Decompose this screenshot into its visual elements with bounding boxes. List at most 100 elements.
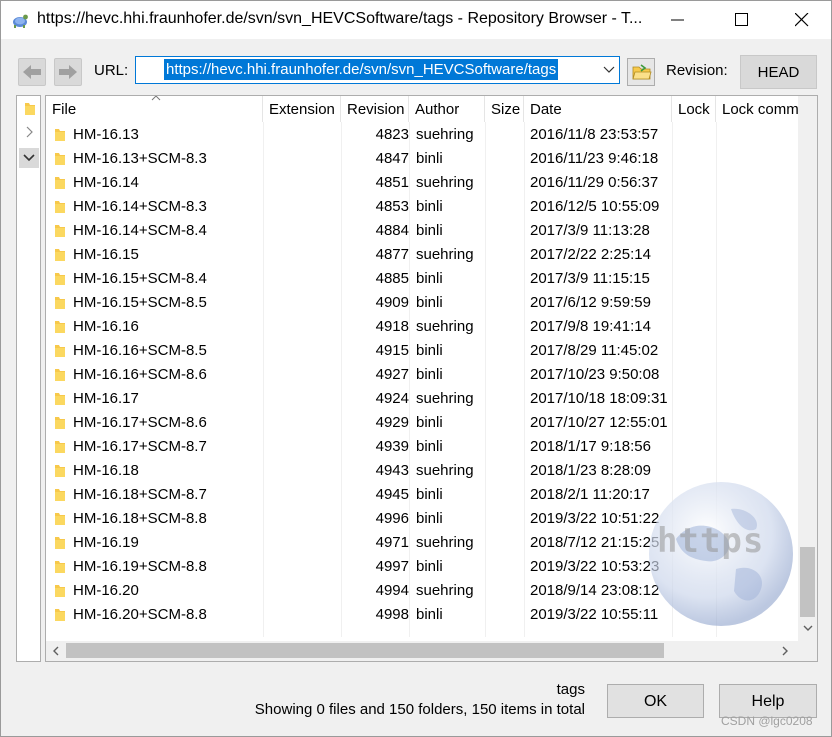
column-header-lock-comment[interactable]: Lock comm xyxy=(716,96,798,122)
folder-icon xyxy=(55,393,65,405)
folder-icon xyxy=(55,201,65,213)
file-name-cell[interactable]: HM-16.19+SCM-8.8 xyxy=(54,555,266,579)
author-cell: binli xyxy=(416,438,443,455)
list-item[interactable]: HM-16.16 4918 suehring 2017/9/8 19:41:14 xyxy=(46,315,798,339)
file-name-cell[interactable]: HM-16.16 xyxy=(54,315,266,339)
chevron-down-icon[interactable] xyxy=(803,624,813,632)
list-item[interactable]: HM-16.18+SCM-8.8 4996 binli 2019/3/22 10:51… xyxy=(46,507,798,531)
horizontal-scrollbar[interactable] xyxy=(46,641,798,661)
close-button[interactable] xyxy=(771,1,832,39)
file-name-cell[interactable]: HM-16.17+SCM-8.7 xyxy=(54,435,266,459)
date-cell: 2019/3/22 10:55:11 xyxy=(530,606,659,623)
list-item[interactable]: HM-16.19 4971 suehring 2018/7/12 21:15:25 xyxy=(46,531,798,555)
file-name-cell[interactable]: HM-16.15 xyxy=(54,243,266,267)
title-bar[interactable]: https://hevc.hhi.fraunhofer.de/svn/svn_H… xyxy=(1,1,831,39)
list-item[interactable]: HM-16.14+SCM-8.4 4884 binli 2017/3/9 11:13:… xyxy=(46,219,798,243)
file-name-cell[interactable]: HM-16.18+SCM-8.7 xyxy=(54,483,266,507)
tortoise-svn-icon xyxy=(11,11,29,29)
vertical-scroll-thumb[interactable] xyxy=(800,547,815,617)
folder-icon xyxy=(55,177,65,189)
file-name-cell[interactable]: HM-16.17 xyxy=(54,387,266,411)
list-item[interactable]: HM-16.15+SCM-8.4 4885 binli 2017/3/9 11:15:… xyxy=(46,267,798,291)
list-item[interactable]: HM-16.16+SCM-8.6 4927 binli 2017/10/23 9:50… xyxy=(46,363,798,387)
list-item[interactable]: HM-16.17+SCM-8.6 4929 binli 2017/10/27 12:5… xyxy=(46,411,798,435)
repository-tree[interactable] xyxy=(16,95,41,662)
folder-icon xyxy=(55,441,65,453)
dropdown-caret-icon[interactable] xyxy=(603,63,615,75)
url-input[interactable]: https://hevc.hhi.fraunhofer.de/svn/svn_H… xyxy=(164,59,559,80)
column-header-file[interactable]: File xyxy=(46,96,263,122)
window-title: https://hevc.hhi.fraunhofer.de/svn/svn_H… xyxy=(37,10,643,27)
forward-button[interactable] xyxy=(54,58,82,86)
column-header-author[interactable]: Author xyxy=(409,96,485,122)
file-name-cell[interactable]: HM-16.19 xyxy=(54,531,266,555)
column-header-extension[interactable]: Extension xyxy=(263,96,341,122)
folder-icon xyxy=(55,465,65,477)
ok-button[interactable]: OK xyxy=(607,684,704,718)
revision-cell: 4998 xyxy=(375,606,409,623)
file-name-cell[interactable]: HM-16.20 xyxy=(54,579,266,603)
list-item[interactable]: HM-16.20+SCM-8.8 4998 binli 2019/3/22 10:55… xyxy=(46,603,798,627)
list-item[interactable]: HM-16.18 4943 suehring 2018/1/23 8:28:09 xyxy=(46,459,798,483)
column-header-size[interactable]: Size xyxy=(485,96,524,122)
list-item[interactable]: HM-16.15+SCM-8.5 4909 binli 2017/6/12 9:59:… xyxy=(46,291,798,315)
file-name-cell[interactable]: HM-16.15+SCM-8.5 xyxy=(54,291,266,315)
file-name-cell[interactable]: HM-16.13 xyxy=(54,123,266,147)
revision-cell: 4929 xyxy=(375,414,409,431)
folder-icon xyxy=(55,417,65,429)
file-name-cell[interactable]: HM-16.14 xyxy=(54,171,266,195)
browse-folder-button[interactable] xyxy=(627,58,655,86)
folder-icon xyxy=(55,369,65,381)
column-header-date[interactable]: Date xyxy=(524,96,672,122)
list-item[interactable]: HM-16.14+SCM-8.3 4853 binli 2016/12/5 10:55… xyxy=(46,195,798,219)
revision-cell: 4853 xyxy=(375,198,409,215)
column-header-revision[interactable]: Revision xyxy=(341,96,409,122)
chevron-right-icon[interactable] xyxy=(26,126,34,138)
chevron-left-icon[interactable] xyxy=(52,646,60,656)
list-item[interactable]: HM-16.17+SCM-8.7 4939 binli 2018/1/17 9:18:… xyxy=(46,435,798,459)
list-item[interactable]: HM-16.18+SCM-8.7 4945 binli 2018/2/1 11:20:… xyxy=(46,483,798,507)
folder-icon xyxy=(55,489,65,501)
file-name-cell[interactable]: HM-16.18+SCM-8.8 xyxy=(54,507,266,531)
forward-arrow-icon xyxy=(59,65,77,79)
file-name: HM-16.15+SCM-8.4 xyxy=(73,270,207,287)
file-name-cell[interactable]: HM-16.18 xyxy=(54,459,266,483)
file-name-cell[interactable]: HM-16.17+SCM-8.6 xyxy=(54,411,266,435)
file-name-cell[interactable]: HM-16.16+SCM-8.5 xyxy=(54,339,266,363)
revision-cell: 4997 xyxy=(375,558,409,575)
folder-icon xyxy=(55,249,65,261)
file-name-cell[interactable]: HM-16.14+SCM-8.3 xyxy=(54,195,266,219)
list-item[interactable]: HM-16.13 4823 suehring 2016/11/8 23:53:57 xyxy=(46,123,798,147)
url-combobox[interactable]: https://hevc.hhi.fraunhofer.de/svn/svn_H… xyxy=(135,56,620,84)
author-cell: binli xyxy=(416,558,443,575)
revision-cell: 4877 xyxy=(375,246,409,263)
list-item[interactable]: HM-16.20 4994 suehring 2018/9/14 23:08:12 xyxy=(46,579,798,603)
file-name: HM-16.14 xyxy=(73,174,139,191)
file-name-cell[interactable]: HM-16.16+SCM-8.6 xyxy=(54,363,266,387)
author-cell: binli xyxy=(416,270,443,287)
tree-expand-toggle[interactable] xyxy=(19,148,39,168)
file-name-cell[interactable]: HM-16.14+SCM-8.4 xyxy=(54,219,266,243)
list-item[interactable]: HM-16.14 4851 suehring 2016/11/29 0:56:37 xyxy=(46,171,798,195)
revision-head-button[interactable]: HEAD xyxy=(740,55,817,89)
date-cell: 2017/6/12 9:59:59 xyxy=(530,294,651,311)
list-item[interactable]: HM-16.17 4924 suehring 2017/10/18 18:09:31 xyxy=(46,387,798,411)
file-name: HM-16.18+SCM-8.7 xyxy=(73,486,207,503)
file-name-cell[interactable]: HM-16.13+SCM-8.3 xyxy=(54,147,266,171)
minimize-button[interactable] xyxy=(647,1,709,39)
author-cell: binli xyxy=(416,198,443,215)
column-header-lock[interactable]: Lock xyxy=(672,96,716,122)
file-name-cell[interactable]: HM-16.20+SCM-8.8 xyxy=(54,603,266,627)
horizontal-scroll-thumb[interactable] xyxy=(66,643,664,658)
back-button[interactable] xyxy=(18,58,46,86)
chevron-right-icon[interactable] xyxy=(781,646,789,656)
file-list[interactable]: File Extension Revision Author Size Date… xyxy=(45,95,818,662)
vertical-scrollbar[interactable] xyxy=(798,96,817,644)
list-item[interactable]: HM-16.13+SCM-8.3 4847 binli 2016/11/23 9:46… xyxy=(46,147,798,171)
list-item[interactable]: HM-16.15 4877 suehring 2017/2/22 2:25:14 xyxy=(46,243,798,267)
list-item[interactable]: HM-16.19+SCM-8.8 4997 binli 2019/3/22 10:53… xyxy=(46,555,798,579)
maximize-button[interactable] xyxy=(711,1,773,39)
list-item[interactable]: HM-16.16+SCM-8.5 4915 binli 2017/8/29 11:45… xyxy=(46,339,798,363)
file-name-cell[interactable]: HM-16.15+SCM-8.4 xyxy=(54,267,266,291)
help-button[interactable]: Help xyxy=(719,684,817,718)
